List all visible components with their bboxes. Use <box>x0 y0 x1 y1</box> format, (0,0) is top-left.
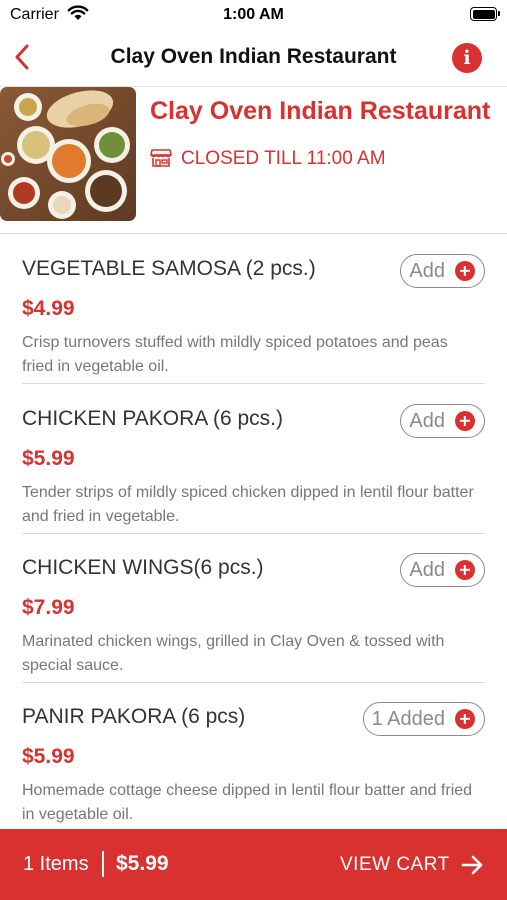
cart-divider <box>102 851 104 877</box>
menu-item[interactable]: CHICKEN PAKORA (6 pcs.) Add $5.99 Tender… <box>22 384 485 534</box>
plus-icon <box>455 560 475 580</box>
cart-total: $5.99 <box>116 852 169 875</box>
item-price: $5.99 <box>22 745 75 768</box>
back-button[interactable] <box>8 42 36 72</box>
battery-icon <box>470 7 500 21</box>
status-bar: Carrier 1:00 AM <box>0 0 507 30</box>
chevron-left-icon <box>15 44 29 70</box>
menu-item[interactable]: VEGETABLE SAMOSA (2 pcs.) Add $4.99 Cris… <box>22 234 485 384</box>
page-title: Clay Oven Indian Restaurant <box>110 45 397 68</box>
item-name: CHICKEN WINGS(6 pcs.) <box>22 556 264 579</box>
add-button-label: 1 Added <box>371 707 445 730</box>
add-button[interactable]: Add <box>400 404 485 438</box>
item-description: Marinated chicken wings, grilled in Clay… <box>22 633 445 674</box>
store-status: CLOSED TILL 11:00 AM <box>181 148 386 169</box>
add-button-label: Add <box>409 259 445 282</box>
cart-bar[interactable]: 1 Items $5.99 VIEW CART <box>0 829 507 900</box>
clock: 1:00 AM <box>223 6 284 23</box>
plus-icon <box>455 261 475 281</box>
menu-item[interactable]: CHICKEN WINGS(6 pcs.) Add $7.99 Marinate… <box>22 533 485 683</box>
store-icon <box>150 149 172 167</box>
info-button[interactable]: i <box>452 43 482 73</box>
added-button[interactable]: 1 Added <box>362 702 485 736</box>
item-description: Crisp turnovers stuffed with mildly spic… <box>22 334 448 375</box>
item-description: Tender strips of mildly spiced chicken d… <box>22 484 474 525</box>
cart-item-count: 1 Items <box>23 853 89 875</box>
item-name: PANIR PAKORA (6 pcs) <box>22 705 246 728</box>
menu-item[interactable]: PANIR PAKORA (6 pcs) 1 Added $5.99 Homem… <box>22 682 485 828</box>
arrow-right-icon[interactable] <box>461 855 485 875</box>
restaurant-header: Clay Oven Indian Restaurant CLOSED TILL … <box>0 87 507 234</box>
item-description: Homemade cottage cheese dipped in lentil… <box>22 782 473 823</box>
add-button[interactable]: Add <box>400 254 485 288</box>
restaurant-photo <box>0 87 136 221</box>
item-price: $5.99 <box>22 447 75 470</box>
menu-list[interactable]: VEGETABLE SAMOSA (2 pcs.) Add $4.99 Cris… <box>0 234 507 828</box>
item-price: $4.99 <box>22 297 75 320</box>
view-cart-button[interactable]: VIEW CART <box>340 854 450 876</box>
item-name: CHICKEN PAKORA (6 pcs.) <box>22 407 284 430</box>
restaurant-name: Clay Oven Indian Restaurant <box>150 97 491 125</box>
item-price: $7.99 <box>22 596 75 619</box>
info-icon: i <box>463 47 471 69</box>
add-button-label: Add <box>409 558 445 581</box>
nav-bar: Clay Oven Indian Restaurant i <box>0 30 507 87</box>
plus-icon <box>455 709 475 729</box>
add-button-label: Add <box>409 409 445 432</box>
plus-icon <box>455 411 475 431</box>
item-name: VEGETABLE SAMOSA (2 pcs.) <box>22 257 316 280</box>
add-button[interactable]: Add <box>400 553 485 587</box>
